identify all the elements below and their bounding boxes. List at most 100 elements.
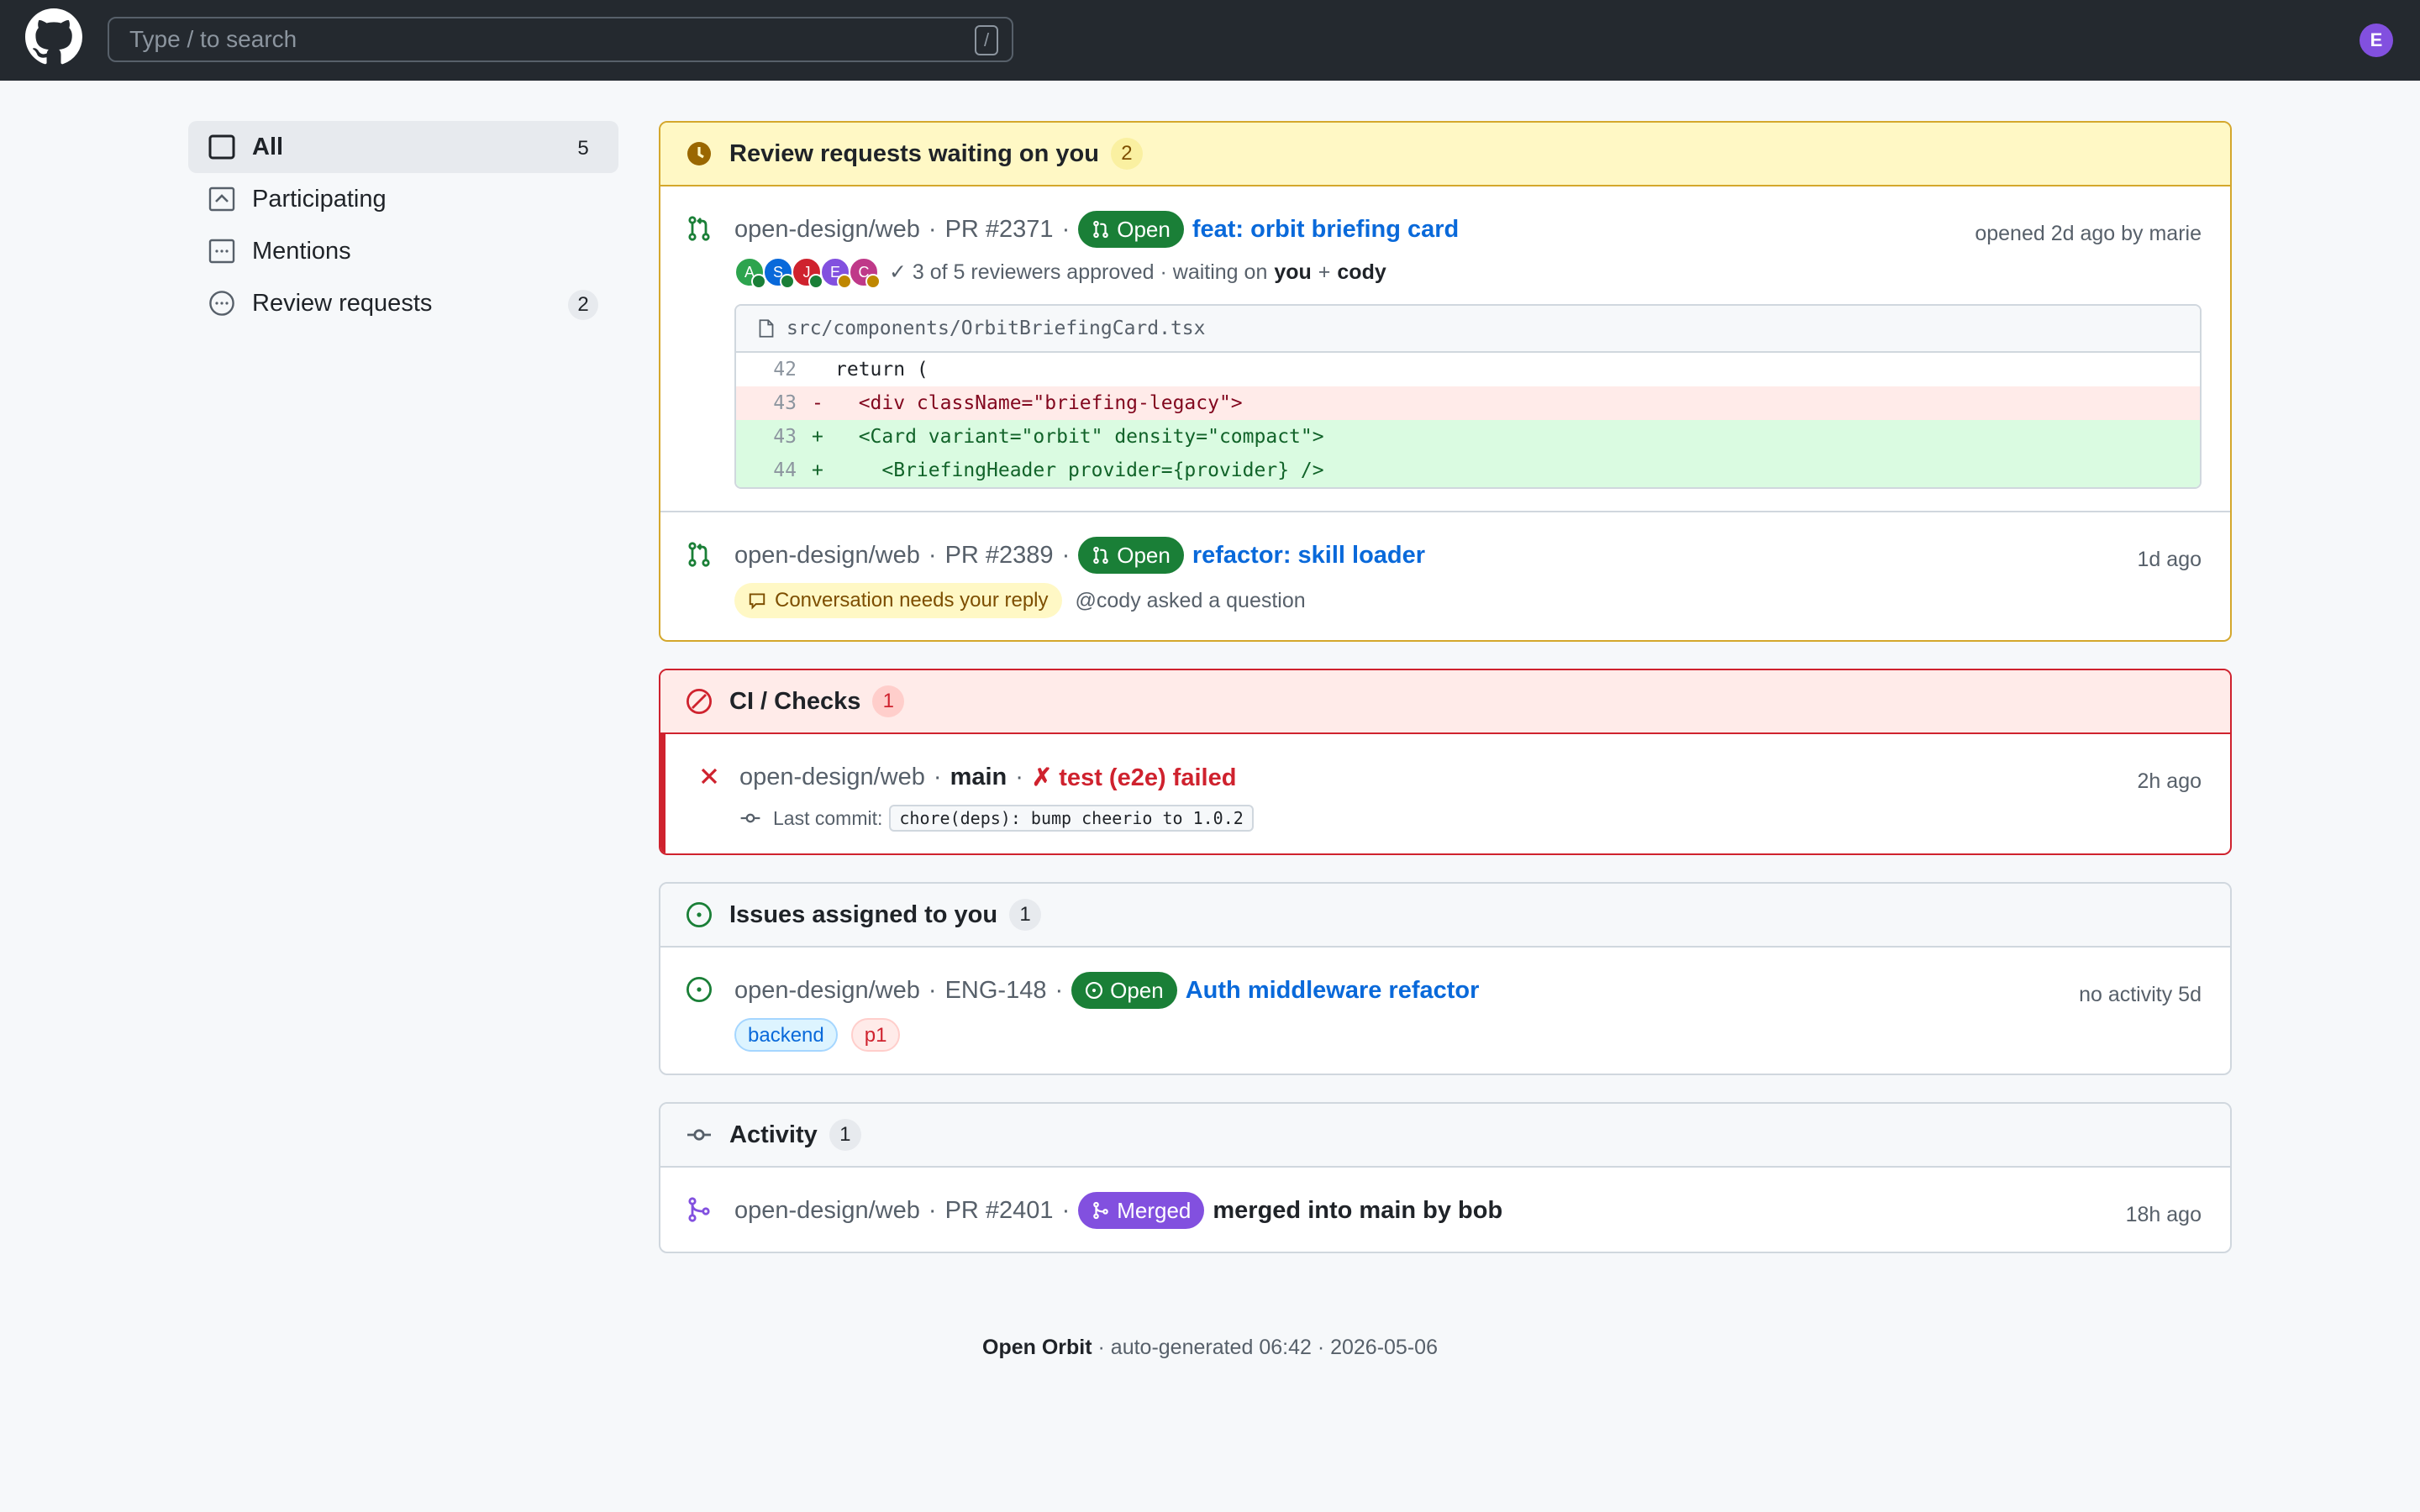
top-bar: / E: [0, 0, 2420, 81]
repo-name[interactable]: open-design/web: [734, 542, 920, 570]
sidebar: All 5 Participating Mentions Review requ…: [188, 121, 618, 329]
repo-name[interactable]: open-design/web: [739, 764, 925, 791]
waiting-on-you: you: [1274, 260, 1312, 284]
conversation-label: Conversation needs your reply: [775, 589, 1049, 612]
status-label: Open: [1110, 977, 1164, 1003]
status-label: Open: [1117, 542, 1171, 568]
repo-name[interactable]: open-design/web: [734, 216, 920, 244]
pr-number[interactable]: PR #2389: [945, 542, 1054, 570]
repo-name[interactable]: open-design/web: [734, 1197, 920, 1225]
stop-icon: [686, 688, 713, 715]
pull-request-icon: [1093, 546, 1109, 564]
timestamp: no activity 5d: [2079, 983, 2202, 1006]
sidebar-count: 2: [568, 290, 598, 320]
status-badge: Open: [1078, 537, 1184, 574]
search-bar[interactable]: /: [108, 17, 1013, 62]
pr-number[interactable]: PR #2371: [945, 216, 1054, 244]
branch-name[interactable]: main: [950, 764, 1007, 791]
timestamp: 1d ago: [2137, 548, 2202, 571]
avatar[interactable]: E: [820, 257, 852, 289]
diff-line-deleted: 43- <div className="briefing-legacy">: [736, 386, 2200, 420]
sidebar-item-participating[interactable]: Participating: [188, 173, 618, 225]
panel-header: Review requests waiting on you 2: [660, 123, 2230, 186]
diff-file-path: src/components/OrbitBriefingCard.tsx: [786, 318, 1206, 339]
panel-title: CI / Checks: [729, 687, 861, 715]
sidebar-item-review-requests[interactable]: Review requests 2: [188, 277, 618, 329]
list-item[interactable]: open-design/web · PR #2401 · Merged merg…: [660, 1168, 2230, 1252]
check-failure-link[interactable]: ✗ test (e2e) failed: [1032, 763, 1236, 792]
reviewer-avatars: A S J E C: [734, 257, 881, 289]
activity-text[interactable]: merged into main by bob: [1213, 1197, 1502, 1225]
waiting-on-user[interactable]: cody: [1337, 260, 1386, 285]
panel-count: 1: [829, 1119, 861, 1151]
search-shortcut-hint: /: [975, 25, 998, 55]
panel-header: Issues assigned to you 1: [660, 884, 2230, 948]
footer-brand: Open Orbit: [982, 1336, 1092, 1359]
list-item[interactable]: open-design/web · ENG-148 · Open Auth mi…: [660, 948, 2230, 1074]
pr-title-link[interactable]: refactor: skill loader: [1192, 542, 1425, 570]
merge-icon: [1093, 1201, 1109, 1220]
avatar[interactable]: J: [792, 257, 823, 289]
merge-icon: [688, 1197, 710, 1222]
diff-file-header[interactable]: src/components/OrbitBriefingCard.tsx: [736, 306, 2200, 353]
panel-header: Activity 1: [660, 1104, 2230, 1168]
issue-open-icon: [686, 901, 713, 928]
commit-label: Last commit:: [773, 806, 883, 829]
commit-message[interactable]: chore(deps): bump cheerio to 1.0.2: [889, 805, 1254, 832]
diff-line: 42 return (: [773, 359, 929, 381]
mention-icon: [208, 239, 235, 264]
repo-name[interactable]: open-design/web: [734, 977, 920, 1005]
panel-header: CI / Checks 1: [660, 670, 2230, 734]
sidebar-item-label: Review requests: [252, 289, 433, 317]
footer-text: · auto-generated 06:42 · 2026-05-06: [1097, 1336, 1438, 1359]
diff-preview: src/components/OrbitBriefingCard.tsx 42 r…: [734, 304, 2202, 489]
sidebar-item-all[interactable]: All 5: [188, 121, 618, 173]
sidebar-item-mentions[interactable]: Mentions: [188, 225, 618, 277]
panel-title: Issues assigned to you: [729, 900, 998, 928]
timestamp: 2h ago: [2137, 769, 2202, 793]
issues-panel: Issues assigned to you 1 open-design/web…: [659, 882, 2232, 1075]
conversation-badge[interactable]: Conversation needs your reply: [734, 583, 1062, 618]
github-logo-icon[interactable]: [25, 8, 82, 66]
ci-checks-panel: CI / Checks 1 open-design/web · main · ✗…: [659, 669, 2232, 855]
timestamp: opened 2d ago by marie: [1975, 222, 2202, 245]
label-p1[interactable]: p1: [850, 1018, 901, 1052]
avatar[interactable]: C: [849, 257, 881, 289]
status-badge: Merged: [1078, 1192, 1205, 1229]
label-backend[interactable]: backend: [734, 1018, 838, 1052]
list-item[interactable]: open-design/web · PR #2371 · Open feat: …: [660, 186, 2230, 512]
list-item[interactable]: open-design/web · PR #2389 · Open refact…: [660, 512, 2230, 640]
avatar[interactable]: A: [734, 257, 766, 289]
pr-title-link[interactable]: feat: orbit briefing card: [1192, 216, 1459, 244]
issue-open-icon: [686, 976, 713, 1003]
list-item[interactable]: open-design/web · main · ✗ test (e2e) fa…: [660, 734, 2230, 853]
issue-title-link[interactable]: Auth middleware refactor: [1186, 977, 1480, 1005]
avatar[interactable]: S: [763, 257, 795, 289]
pull-request-icon: [688, 542, 710, 567]
commit-icon: [740, 813, 760, 823]
commit-icon: [687, 1129, 711, 1141]
pull-request-icon: [1093, 220, 1109, 239]
approval-status: ✓ 3 of 5 reviewers approved · waiting on: [889, 260, 1268, 284]
panel-count: 1: [872, 685, 905, 717]
user-avatar[interactable]: E: [2360, 24, 2393, 57]
issue-number[interactable]: ENG-148: [945, 977, 1047, 1005]
panel-count: 1: [1009, 899, 1042, 931]
review-requests-panel: Review requests waiting on you 2 open-de…: [659, 121, 2232, 642]
status-label: Open: [1117, 216, 1171, 242]
plus-sign: +: [1318, 260, 1331, 284]
pr-number[interactable]: PR #2401: [945, 1197, 1054, 1225]
status-badge: Open: [1071, 972, 1177, 1009]
panel-title: Activity: [729, 1121, 818, 1148]
search-input[interactable]: [109, 25, 887, 54]
main-feed: Review requests waiting on you 2 open-de…: [659, 121, 2232, 1280]
inbox-icon: [208, 134, 235, 160]
status-label: Merged: [1117, 1197, 1192, 1223]
sidebar-count: 5: [577, 137, 589, 160]
x-icon: [701, 768, 718, 785]
footer: Open Orbit · auto-generated 06:42 · 2026…: [0, 1336, 2420, 1360]
conversation-note: @cody asked a question: [1075, 588, 1306, 612]
participating-icon: [208, 186, 235, 212]
clock-icon: [687, 142, 711, 165]
review-icon: [209, 291, 234, 316]
